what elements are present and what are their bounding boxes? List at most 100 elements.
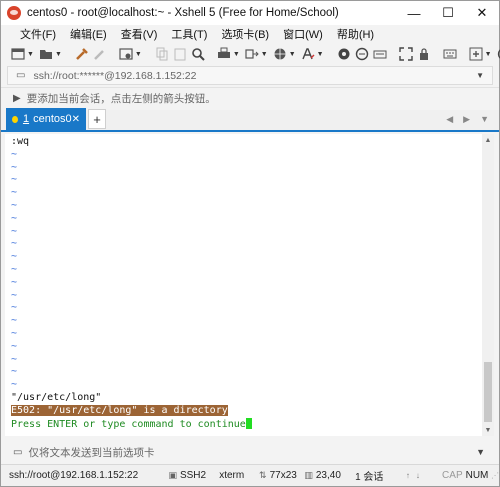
vim-tilde-line: ~ <box>11 187 18 199</box>
vim-tilde-line: ~ <box>11 225 18 237</box>
terminal-scrollbar[interactable]: ▲ ▼ <box>482 134 494 436</box>
address-text[interactable]: ssh://root:******@192.168.1.152:22 <box>33 70 196 82</box>
status-position-label: 23,40 <box>315 470 341 481</box>
menu-tabs[interactable]: 选项卡(B) <box>214 26 276 42</box>
vim-tilde-line: ~ <box>11 366 18 378</box>
vim-tilde-line: ~ <box>11 276 18 288</box>
compose-bar[interactable]: ▭ 仅将文本发送到当前选项卡 ▼ <box>1 442 499 462</box>
tab-list-icon[interactable]: ▼ <box>480 114 489 125</box>
menu-tools[interactable]: 工具(T) <box>164 26 214 42</box>
scroll-up-icon[interactable]: ▲ <box>482 134 494 146</box>
status-caps: CAP <box>442 470 463 481</box>
vim-tilde-line: ~ <box>11 302 18 314</box>
chevron-down-icon[interactable]: ▼ <box>261 51 268 58</box>
menu-view[interactable]: 查看(V) <box>114 26 165 42</box>
tab-next-icon[interactable]: ▶ <box>463 114 470 125</box>
chevron-down-icon[interactable]: ▼ <box>27 51 34 58</box>
vim-tilde-line: ~ <box>11 353 18 365</box>
open-folder-icon[interactable] <box>39 46 53 62</box>
status-bar: ssh://root@192.168.1.152:22 ▣ SSH2 xterm … <box>1 464 499 486</box>
add-icon[interactable] <box>469 46 483 62</box>
chevron-down-icon[interactable]: ▼ <box>135 51 142 58</box>
lock-icon[interactable] <box>417 46 431 62</box>
xshell-logo-icon <box>7 6 21 20</box>
help-icon[interactable]: ? <box>497 46 500 62</box>
hint-text: 要添加当前会话，点击左侧的箭头按钮。 <box>26 93 216 105</box>
vim-tilde-line: ~ <box>11 251 18 263</box>
resize-icon: ⇅ <box>259 470 267 480</box>
terminal-cursor <box>245 417 252 429</box>
address-bar[interactable]: ▭ ssh://root:******@192.168.1.152:22 ▼ <box>7 66 493 85</box>
menu-help[interactable]: 帮助(H) <box>330 26 381 42</box>
tab-number: 1 <box>22 113 30 125</box>
paste-icon[interactable] <box>173 46 187 62</box>
menu-edit[interactable]: 编辑(E) <box>63 26 114 42</box>
close-button[interactable]: ✕ <box>465 1 499 25</box>
status-position: ▥ 23,40 <box>304 470 355 481</box>
terminal-line: :wq <box>11 136 30 147</box>
vim-tilde-line: ~ <box>11 379 18 391</box>
chevron-down-icon[interactable]: ▼ <box>476 71 484 80</box>
tab-prev-icon[interactable]: ◀ <box>446 114 453 125</box>
terminal-output[interactable]: :wq ~ ~ ~ ~ ~ ~ ~ ~ ~ ~ ~ ~ ~ ~ ~ ~ ~ ~ ~ "/usr/etc/long" … <box>5 134 482 436</box>
font-icon[interactable] <box>301 46 315 62</box>
status-sessions: 1 会话 <box>355 472 384 483</box>
window-controls: — ☐ ✕ <box>397 1 499 25</box>
vim-tilde-line: ~ <box>11 289 18 301</box>
session-hint-bar: ▶ 要添加当前会话，点击左侧的箭头按钮。 <box>1 87 499 109</box>
vim-tilde-line: ~ <box>11 161 18 173</box>
connect-icon[interactable] <box>75 46 89 62</box>
print-icon[interactable] <box>217 46 231 62</box>
arrow-icon[interactable]: ▶ <box>13 93 21 104</box>
chevron-down-icon[interactable]: ▼ <box>233 51 240 58</box>
link-icon: ▭ <box>16 70 26 81</box>
scrollbar-thumb[interactable] <box>484 362 492 422</box>
vim-tilde-line: ~ <box>11 148 18 160</box>
find-icon[interactable] <box>191 46 205 62</box>
menu-file[interactable]: 文件(F) <box>13 26 63 42</box>
arrow-down-icon[interactable]: ↓ <box>416 471 420 480</box>
copy-icon[interactable] <box>155 46 169 62</box>
terminal-error-line: E502: "/usr/etc/long" is a directory <box>11 404 482 418</box>
chevron-down-icon[interactable]: ▼ <box>289 51 296 58</box>
status-size-label: 77x23 <box>269 470 297 481</box>
chevron-down-icon[interactable]: ▼ <box>317 51 324 58</box>
new-session-icon[interactable] <box>11 46 25 62</box>
broadcast-icon[interactable]: ▭ <box>13 447 22 458</box>
status-connection: ssh://root@192.168.1.152:22 <box>9 470 139 481</box>
tab-centos0[interactable]: 1 centos0 ✕ <box>6 108 86 130</box>
tab-navigation: ◀ ▶ ▼ <box>446 114 489 125</box>
status-protocol-label: SSH2 <box>179 470 207 481</box>
resize-grip-icon[interactable]: ⋰ <box>491 471 499 480</box>
tilde-lines: ~ ~ ~ ~ ~ ~ ~ ~ ~ ~ ~ ~ ~ ~ ~ ~ ~ ~ ~ <box>11 149 482 392</box>
keymap-icon[interactable] <box>443 46 457 62</box>
chevron-down-icon[interactable]: ▼ <box>485 51 492 58</box>
properties-icon[interactable] <box>119 46 133 62</box>
globe-icon[interactable] <box>273 46 287 62</box>
vim-tilde-line: ~ <box>11 327 18 339</box>
status-num: NUM <box>465 470 489 481</box>
status-dot-icon <box>12 115 18 123</box>
arrow-up-icon[interactable]: ↑ <box>406 471 410 480</box>
script-icon[interactable] <box>337 46 351 62</box>
menu-window[interactable]: 窗口(W) <box>276 26 330 42</box>
toolbar: ▼ ▼ ▼ ▼ ▼ ▼ ▼ ▼ <box>1 43 500 65</box>
close-icon[interactable]: ✕ <box>72 114 80 125</box>
vim-tilde-line: ~ <box>11 212 18 224</box>
fullscreen-icon[interactable] <box>398 46 413 62</box>
scroll-down-icon[interactable]: ▼ <box>482 424 494 436</box>
vim-tilde-line: ~ <box>11 315 18 327</box>
vim-tilde-line: ~ <box>11 263 18 275</box>
vim-tilde-line: ~ <box>11 174 18 186</box>
transfer-icon[interactable] <box>245 46 259 62</box>
tab-bar: 1 centos0 ✕ + ◀ ▶ ▼ <box>1 108 499 132</box>
minimize-button[interactable]: — <box>397 1 431 25</box>
disconnect-icon[interactable] <box>93 46 107 62</box>
chevron-down-icon[interactable]: ▼ <box>476 447 485 457</box>
status-size: ⇅ 77x23 <box>259 470 304 481</box>
add-tab-button[interactable]: + <box>88 109 106 129</box>
keyboard-icon[interactable] <box>373 46 387 62</box>
compose-icon[interactable] <box>355 46 369 62</box>
chevron-down-icon[interactable]: ▼ <box>55 51 62 58</box>
maximize-button[interactable]: ☐ <box>431 1 465 25</box>
